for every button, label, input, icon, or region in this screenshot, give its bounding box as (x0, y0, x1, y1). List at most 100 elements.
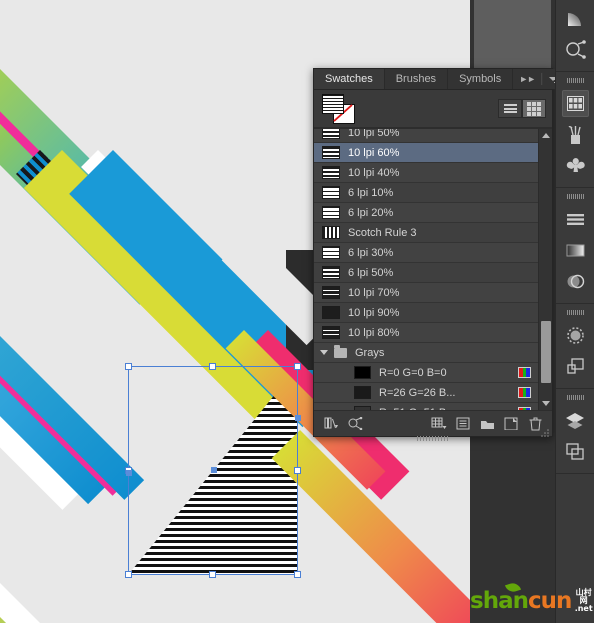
swatch-thumbnail (322, 166, 340, 179)
swatch-thumbnail (322, 186, 340, 199)
panel-resize-handle[interactable] (417, 436, 449, 441)
tab-brushes[interactable]: Brushes (384, 69, 449, 89)
swatch-label: 10 lpi 50% (348, 128, 400, 139)
align-panel-icon[interactable] (562, 206, 589, 233)
dock-drag-grip[interactable] (566, 78, 584, 83)
swatch-row[interactable]: 10 lpi 90% (314, 303, 538, 323)
swatches-panel-icon[interactable] (561, 90, 589, 117)
swatch-row[interactable]: Scotch Rule 3 (314, 223, 538, 243)
swatch-row[interactable]: 6 lpi 20% (314, 203, 538, 223)
swatch-thumbnail (322, 146, 340, 159)
dock-drag-grip[interactable] (566, 310, 584, 315)
symbols-panel-icon[interactable] (562, 152, 589, 179)
color-swatch-row[interactable]: R=26 G=26 B... (314, 383, 538, 403)
tab-symbols[interactable]: Symbols (448, 69, 514, 89)
dock-drag-grip[interactable] (566, 395, 584, 400)
dock-drag-grip[interactable] (566, 194, 584, 199)
new-group-icon[interactable] (477, 415, 497, 433)
appearance-panel-icon[interactable] (562, 322, 589, 349)
swatch-row[interactable]: 6 lpi 50% (314, 263, 538, 283)
panel-footer (314, 410, 552, 441)
list-view-icon[interactable] (498, 99, 522, 118)
watermark-part3: 山村网 .net (574, 588, 593, 613)
fill-stroke-indicator[interactable] (320, 93, 360, 125)
graphic-styles-panel-icon[interactable] (562, 353, 589, 380)
swatch-group-row[interactable]: Grays (314, 343, 538, 363)
swatch-thumbnail (322, 226, 340, 239)
dock-group-2 (556, 188, 594, 304)
tab-swatches[interactable]: Swatches (314, 69, 385, 89)
swatches-panel[interactable]: Swatches Brushes Symbols ►► │ 10 lpi 50%… (313, 68, 569, 441)
swatch-row[interactable]: 6 lpi 10% (314, 183, 538, 203)
color-swatch-row[interactable]: R=0 G=0 B=0 (314, 363, 538, 383)
options-icon[interactable] (429, 415, 449, 433)
folder-icon (334, 344, 347, 358)
swatch-thumbnail (322, 246, 340, 259)
scroll-down-arrow[interactable] (539, 397, 552, 410)
icon-dock[interactable] (555, 0, 594, 623)
artboards-panel-icon[interactable] (562, 438, 589, 465)
swatch-row[interactable]: 10 lpi 70% (314, 283, 538, 303)
swatch-label: 6 lpi 30% (348, 246, 394, 259)
swatch-row[interactable]: 6 lpi 30% (314, 243, 538, 263)
transparency-panel-icon[interactable] (562, 268, 589, 295)
swatch-label: 10 lpi 80% (348, 326, 400, 339)
brushes-panel-icon[interactable] (562, 121, 589, 148)
swatch-list-container[interactable]: 10 lpi 50% 10 lpi 60% 10 lpi 40% 6 lpi 10% 6… (314, 128, 552, 410)
swatch-label: 10 lpi 60% (348, 146, 400, 159)
swatch-label: 6 lpi 10% (348, 186, 394, 199)
swatch-thumbnail (322, 129, 340, 139)
color-swatch-chip (354, 366, 371, 379)
panel-header (314, 90, 552, 128)
dock-group-0 (556, 0, 594, 72)
swatch-scrollbar[interactable] (538, 129, 552, 410)
swatch-thumbnail (322, 306, 340, 319)
color-swatch-chip (354, 386, 371, 399)
watermark: shan cun 山村网 .net (470, 581, 594, 617)
swatch-list: 10 lpi 50% 10 lpi 60% 10 lpi 40% 6 lpi 10% 6… (314, 128, 538, 410)
rgb-mode-icon (518, 387, 531, 398)
swatch-row[interactable]: 10 lpi 40% (314, 163, 538, 183)
artwork-selected-pattern-shape[interactable] (128, 366, 298, 575)
swatch-row[interactable]: 10 lpi 50% (314, 128, 538, 143)
swatch-label: 10 lpi 40% (348, 166, 400, 179)
swatch-label: 10 lpi 90% (348, 306, 400, 319)
pathfinder-panel-icon[interactable] (562, 36, 589, 63)
swatch-thumbnail (322, 286, 340, 299)
swatch-label: 10 lpi 70% (348, 286, 400, 299)
layers-panel-icon[interactable] (562, 407, 589, 434)
swatch-row[interactable]: 10 lpi 80% (314, 323, 538, 343)
scroll-up-arrow[interactable] (539, 129, 552, 142)
dock-group-4 (556, 389, 594, 474)
gradient-panel-icon[interactable] (562, 5, 589, 32)
color-swatch-row[interactable]: R=51 G=51 B... (314, 403, 538, 410)
libraries-icon[interactable] (321, 415, 341, 433)
new-swatch-icon[interactable] (501, 415, 521, 433)
swatch-thumbnail (322, 266, 340, 279)
scrollbar-thumb[interactable] (541, 321, 551, 383)
dock-group-1 (556, 72, 594, 188)
swatch-label: Scotch Rule 3 (348, 226, 417, 239)
color-swatch-label: R=26 G=26 B... (379, 386, 456, 399)
chevron-down-icon[interactable] (320, 350, 328, 355)
swatch-thumbnail (322, 326, 340, 339)
collapse-panel-icon[interactable]: ►► (519, 74, 536, 84)
fill-swatch[interactable] (322, 93, 344, 114)
watermark-part2: cun (527, 588, 572, 614)
resize-grip-icon[interactable] (540, 425, 550, 437)
view-mode-toggle (498, 99, 546, 118)
swatch-label: 6 lpi 50% (348, 266, 394, 279)
panel-tab-bar: Swatches Brushes Symbols ►► │ (314, 69, 569, 90)
swatch-row[interactable]: 10 lpi 60% (314, 143, 538, 163)
swatch-options-icon[interactable] (453, 415, 473, 433)
color-swatch-label: R=0 G=0 B=0 (379, 366, 447, 379)
watermark-part1: shan (470, 588, 529, 614)
dock-group-3 (556, 304, 594, 389)
rgb-mode-icon (518, 367, 531, 378)
swatch-label: 6 lpi 20% (348, 206, 394, 219)
swatch-thumbnail (322, 206, 340, 219)
grid-view-icon[interactable] (522, 99, 546, 118)
gradient2-panel-icon[interactable] (562, 237, 589, 264)
illustrator-window: Swatches Brushes Symbols ►► │ 10 lpi 50%… (0, 0, 594, 623)
kinds-icon[interactable] (345, 415, 365, 433)
